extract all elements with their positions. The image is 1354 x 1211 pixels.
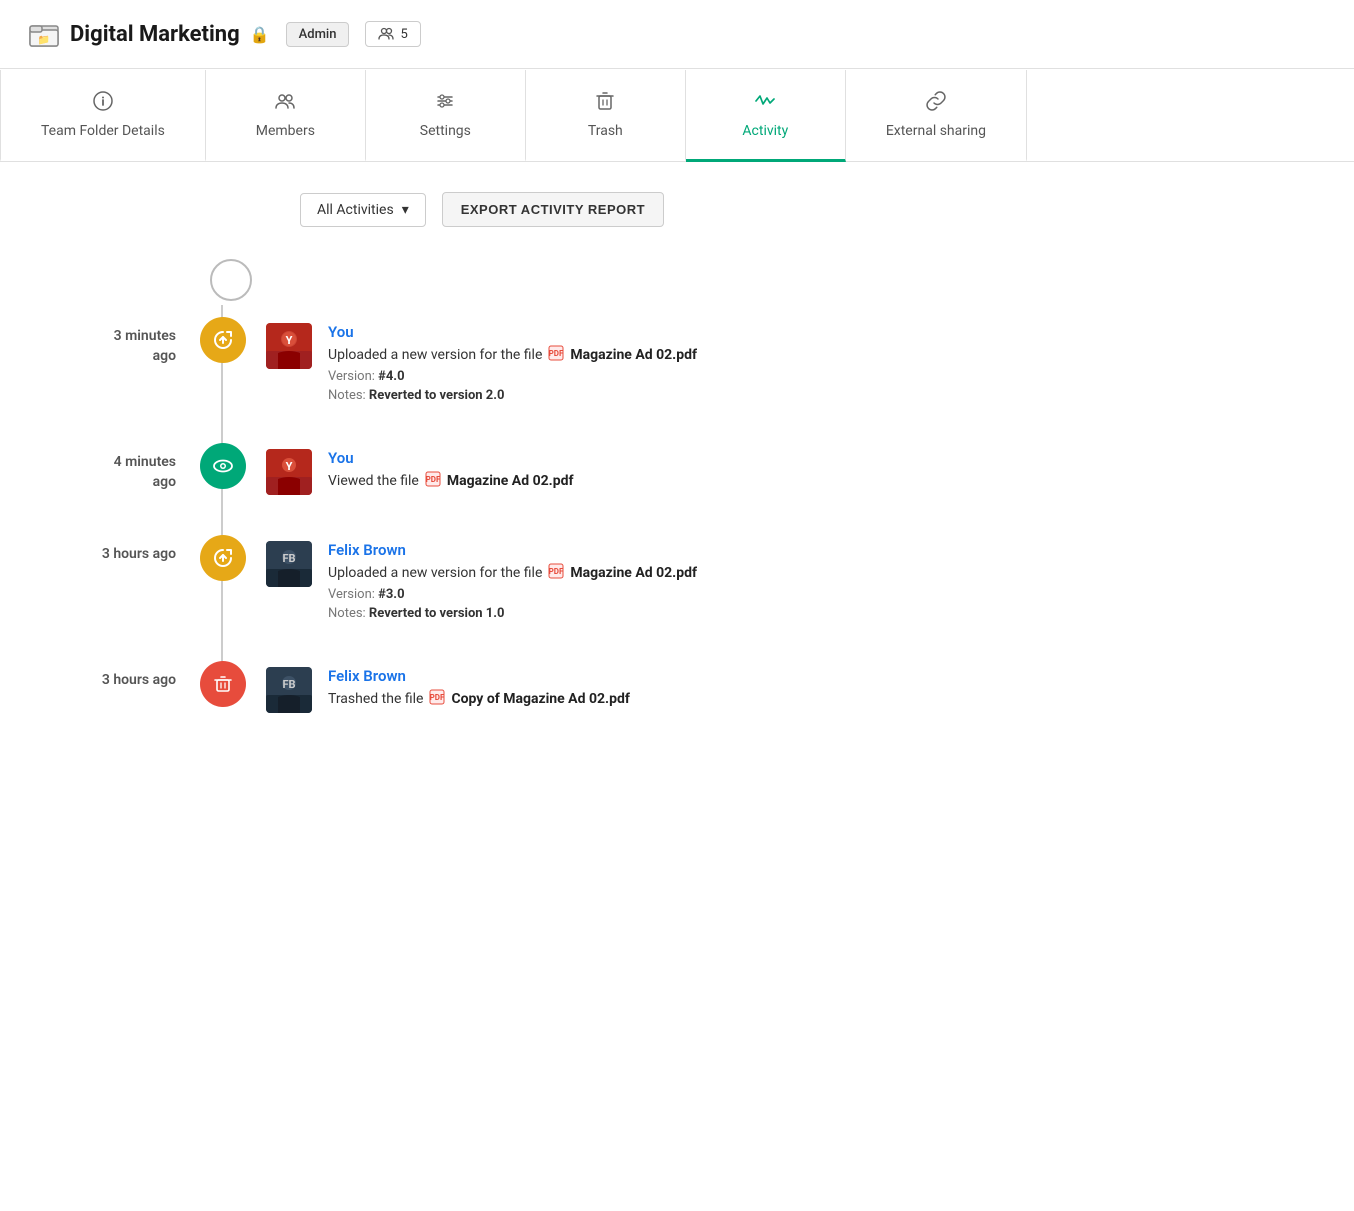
timeline-top-circle <box>210 259 252 301</box>
version-icon-2 <box>212 547 234 569</box>
filter-label: All Activities <box>317 202 394 218</box>
activity-content: Y You Viewed the file PDF <box>246 443 573 495</box>
activity-item: 3 hours ago FB <box>40 535 1314 621</box>
activity-text: Felix Brown Uploaded a new version for t… <box>328 541 697 621</box>
activity-content: Y You Uploaded a new version for the fil… <box>246 317 697 403</box>
timeline-node-trash <box>200 661 246 707</box>
activity-time: 3 minutesago <box>40 317 200 366</box>
tab-label: Members <box>256 123 315 139</box>
activity-meta-version: Version: #4.0 <box>328 369 697 384</box>
activity-item: 3 hours ago FB <box>40 661 1314 713</box>
svg-text:Y: Y <box>286 334 293 347</box>
filter-row: All Activities ▾ EXPORT ACTIVITY REPORT <box>300 192 1314 227</box>
members-badge[interactable]: 5 <box>365 21 420 47</box>
activity-time: 4 minutesago <box>40 443 200 492</box>
activity-user-felix-2[interactable]: Felix Brown <box>328 667 630 685</box>
tab-members[interactable]: Members <box>206 70 366 162</box>
tab-label: Team Folder Details <box>41 123 165 139</box>
header: 📁 Digital Marketing 🔒 Admin 5 <box>0 0 1354 69</box>
timeline-node-upload-felix <box>200 535 246 581</box>
tab-external-sharing[interactable]: External sharing <box>846 70 1027 162</box>
svg-text:FB: FB <box>282 552 295 565</box>
activity-item: 3 minutesago Y <box>40 317 1314 403</box>
activity-text: You Uploaded a new version for the file … <box>328 323 697 403</box>
tab-activity[interactable]: Activity <box>686 70 846 162</box>
folder-icon: 📁 <box>28 18 60 50</box>
activity-user-felix[interactable]: Felix Brown <box>328 541 697 559</box>
info-icon <box>92 90 114 115</box>
you-avatar-img-2: Y <box>266 449 312 495</box>
avatar-felix-2: FB <box>266 667 312 713</box>
timeline-node-view <box>200 443 246 489</box>
you-avatar-img: Y <box>266 323 312 369</box>
svg-text:Y: Y <box>286 460 293 473</box>
timeline-node-upload <box>200 317 246 363</box>
tab-team-folder-details[interactable]: Team Folder Details <box>0 70 206 162</box>
eye-icon <box>212 455 234 477</box>
lock-icon: 🔒 <box>250 25 270 44</box>
trash-node-icon <box>212 673 234 695</box>
tab-label: Settings <box>420 123 471 139</box>
tab-label: Trash <box>588 123 623 139</box>
activity-meta-notes: Notes: Reverted to version 2.0 <box>328 388 697 403</box>
title-text: Digital Marketing <box>70 22 240 47</box>
activity-description: Trashed the file PDF Copy of Magazine Ad… <box>328 689 630 709</box>
activity-user-you-2[interactable]: You <box>328 449 573 467</box>
members-count: 5 <box>400 27 407 42</box>
pdf-icon: PDF <box>429 689 445 709</box>
svg-text:📁: 📁 <box>38 35 50 46</box>
activity-text: Felix Brown Trashed the file PDF Copy of… <box>328 667 630 713</box>
felix-avatar-img-2: FB <box>266 667 312 713</box>
svg-text:PDF: PDF <box>549 349 564 358</box>
tab-settings[interactable]: Settings <box>366 70 526 162</box>
svg-text:PDF: PDF <box>425 475 440 484</box>
avatar-you-2: Y <box>266 449 312 495</box>
pdf-icon: PDF <box>425 471 441 491</box>
svg-text:PDF: PDF <box>430 693 445 702</box>
activity-user-you[interactable]: You <box>328 323 697 341</box>
svg-text:PDF: PDF <box>549 567 564 576</box>
tab-label: Activity <box>742 123 788 139</box>
version-icon <box>212 329 234 351</box>
activity-icon <box>754 90 776 115</box>
activity-description: Uploaded a new version for the file PDF … <box>328 345 697 365</box>
settings-icon <box>434 90 456 115</box>
activity-content: FB Felix Brown Trashed the file PDF <box>246 661 630 713</box>
avatar-you: Y <box>266 323 312 369</box>
avatar-felix: FB <box>266 541 312 587</box>
activity-meta-version: Version: #3.0 <box>328 587 697 602</box>
admin-badge: Admin <box>286 22 350 47</box>
activity-meta-notes: Notes: Reverted to version 1.0 <box>328 606 697 621</box>
members-icon <box>378 26 394 42</box>
activity-time: 3 hours ago <box>40 661 200 691</box>
tab-label: External sharing <box>886 123 986 139</box>
export-activity-button[interactable]: EXPORT ACTIVITY REPORT <box>442 192 664 227</box>
pdf-icon: PDF <box>548 563 564 583</box>
tabs-bar: Team Folder Details Members Settings <box>0 69 1354 162</box>
page-title: 📁 Digital Marketing 🔒 <box>28 18 270 50</box>
pdf-icon: PDF <box>548 345 564 365</box>
tab-trash[interactable]: Trash <box>526 70 686 162</box>
trash-icon <box>594 90 616 115</box>
link-icon <box>925 90 947 115</box>
svg-text:FB: FB <box>282 678 295 691</box>
felix-avatar-img: FB <box>266 541 312 587</box>
content-area: All Activities ▾ EXPORT ACTIVITY REPORT … <box>0 162 1354 783</box>
activity-description: Viewed the file PDF Magazine Ad 02.pdf <box>328 471 573 491</box>
activity-description: Uploaded a new version for the file PDF … <box>328 563 697 583</box>
activity-time: 3 hours ago <box>40 535 200 565</box>
activity-timeline: 3 minutesago Y <box>40 259 1314 753</box>
activity-content: FB Felix Brown Uploaded a new version fo… <box>246 535 697 621</box>
activity-text: You Viewed the file PDF Magazine Ad 02.p… <box>328 449 573 495</box>
activity-item: 4 minutesago Y <box>40 443 1314 495</box>
people-icon <box>274 90 296 115</box>
all-activities-dropdown[interactable]: All Activities ▾ <box>300 193 426 227</box>
chevron-down-icon: ▾ <box>402 202 409 218</box>
